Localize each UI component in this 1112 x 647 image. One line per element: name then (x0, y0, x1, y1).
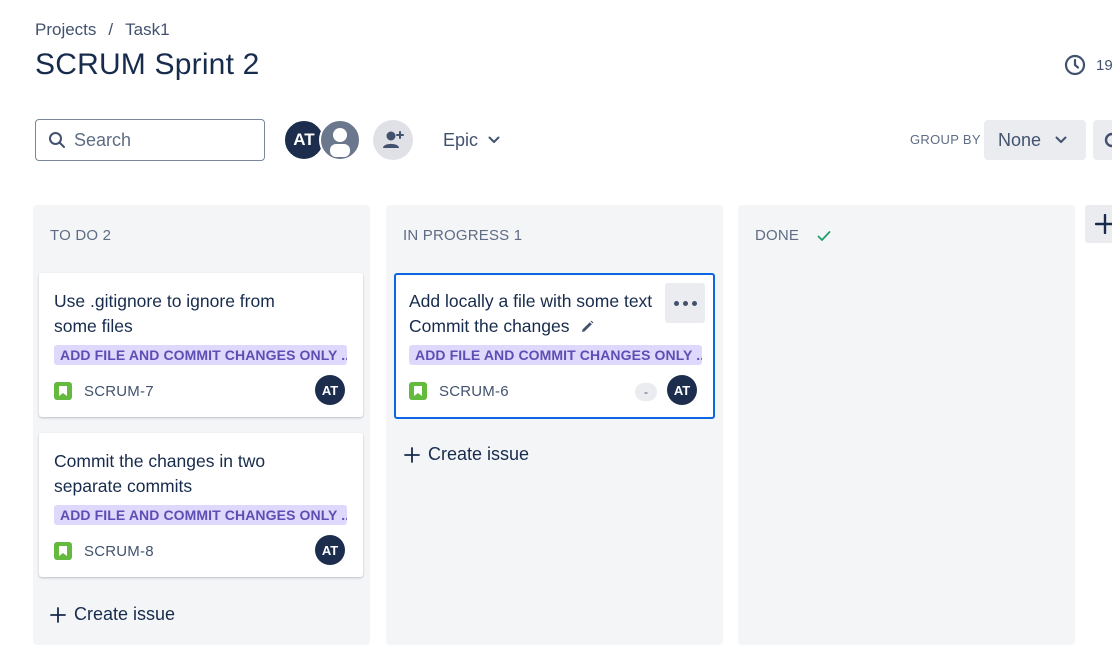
search-icon (49, 132, 65, 148)
column-in-progress: IN PROGRESS 1 Add locally a file with so… (386, 205, 723, 645)
card-title-line: Commit the changes in two (54, 451, 266, 471)
group-by-value: None (998, 129, 1042, 150)
card-title-text: Commit the changes (409, 316, 570, 336)
assignee-avatar[interactable]: AT (315, 535, 345, 565)
timer-text: 19 (1096, 56, 1112, 74)
checkmark-icon (817, 230, 831, 241)
search-box[interactable] (35, 119, 265, 161)
create-issue-label: Create issue (428, 444, 530, 464)
column-title: DONE (755, 227, 800, 244)
pencil-icon[interactable] (580, 320, 594, 334)
plus-icon (1095, 214, 1112, 234)
epic-filter-label: Epic (443, 129, 479, 150)
card-title-line: Use .gitignore to ignore from (54, 291, 275, 311)
add-people-button[interactable] (373, 120, 413, 160)
assignee-avatar[interactable]: AT (315, 375, 345, 405)
story-icon (54, 542, 72, 560)
card-title: Commit the changes in two separate commi… (54, 449, 294, 499)
column-title: TO DO 2 (50, 227, 112, 244)
issue-key[interactable]: SCRUM-8 (84, 543, 154, 560)
column-done: DONE (738, 205, 1075, 645)
issue-card[interactable]: Use .gitignore to ignore from some files… (39, 273, 363, 417)
column-title: IN PROGRESS 1 (403, 227, 523, 244)
add-column-button[interactable] (1085, 205, 1112, 243)
card-footer: SCRUM-6 - AT (409, 365, 700, 417)
column-header: TO DO 2 (50, 227, 111, 244)
plus-icon (50, 606, 66, 623)
assignee-avatar[interactable]: AT (667, 375, 697, 405)
epic-lozenge[interactable]: ADD FILE AND COMMIT CHANGES ONLY ... (54, 345, 347, 365)
add-user-icon (383, 131, 404, 148)
column-header: IN PROGRESS 1 (403, 227, 522, 244)
insights-button[interactable] (1093, 120, 1112, 160)
chevron-down-icon (1055, 136, 1067, 143)
plus-icon (404, 446, 420, 463)
sprint-timer[interactable]: 19 (1064, 54, 1112, 76)
page-title: SCRUM Sprint 2 (35, 48, 260, 81)
card-title-line: Add locally a file with some text (409, 291, 653, 311)
issue-key[interactable]: SCRUM-6 (439, 383, 509, 400)
group-by-label: GROUP BY (910, 132, 981, 147)
epic-filter-button[interactable]: Epic (433, 120, 510, 160)
epic-lozenge[interactable]: ADD FILE AND COMMIT CHANGES ONLY ... (54, 505, 347, 525)
clock-icon (1064, 54, 1086, 76)
issue-card[interactable]: Commit the changes in two separate commi… (39, 433, 363, 577)
breadcrumb-projects[interactable]: Projects (35, 20, 96, 40)
story-point-estimate[interactable]: - (635, 383, 657, 401)
card-title: Use .gitignore to ignore from some files (54, 289, 294, 339)
card-title: Add locally a file with some text Commit… (409, 289, 653, 339)
card-footer: SCRUM-7 AT (54, 365, 348, 417)
user-icon (330, 128, 350, 157)
column-header: DONE (755, 227, 831, 244)
epic-lozenge[interactable]: ADD FILE AND COMMIT CHANGES ONLY ... (409, 345, 702, 365)
breadcrumb-task1[interactable]: Task1 (125, 20, 169, 40)
assignee-avatars: AT (283, 119, 361, 161)
breadcrumb: Projects / Task1 (35, 20, 170, 40)
group-by-select[interactable]: None (984, 120, 1086, 160)
create-issue-button[interactable]: Create issue (50, 604, 175, 625)
card-footer: SCRUM-8 AT (54, 525, 348, 577)
create-issue-button[interactable]: Create issue (404, 444, 529, 465)
chevron-down-icon (488, 136, 500, 143)
column-todo: TO DO 2 Use .gitignore to ignore from so… (33, 205, 370, 645)
create-issue-label: Create issue (74, 604, 176, 624)
card-more-actions-button[interactable] (665, 283, 705, 323)
card-title-line: separate commits (54, 476, 193, 496)
card-title-line: Commit the changes (409, 314, 649, 339)
issue-key[interactable]: SCRUM-7 (84, 383, 154, 400)
story-icon (54, 382, 72, 400)
story-icon (409, 382, 427, 400)
avatar-unassigned[interactable] (319, 119, 361, 161)
breadcrumb-separator: / (108, 20, 114, 39)
issue-card[interactable]: Add locally a file with some text Commit… (394, 273, 715, 419)
card-title-line: some files (54, 316, 133, 336)
partial-icon (1104, 132, 1112, 148)
search-input[interactable] (74, 129, 244, 151)
